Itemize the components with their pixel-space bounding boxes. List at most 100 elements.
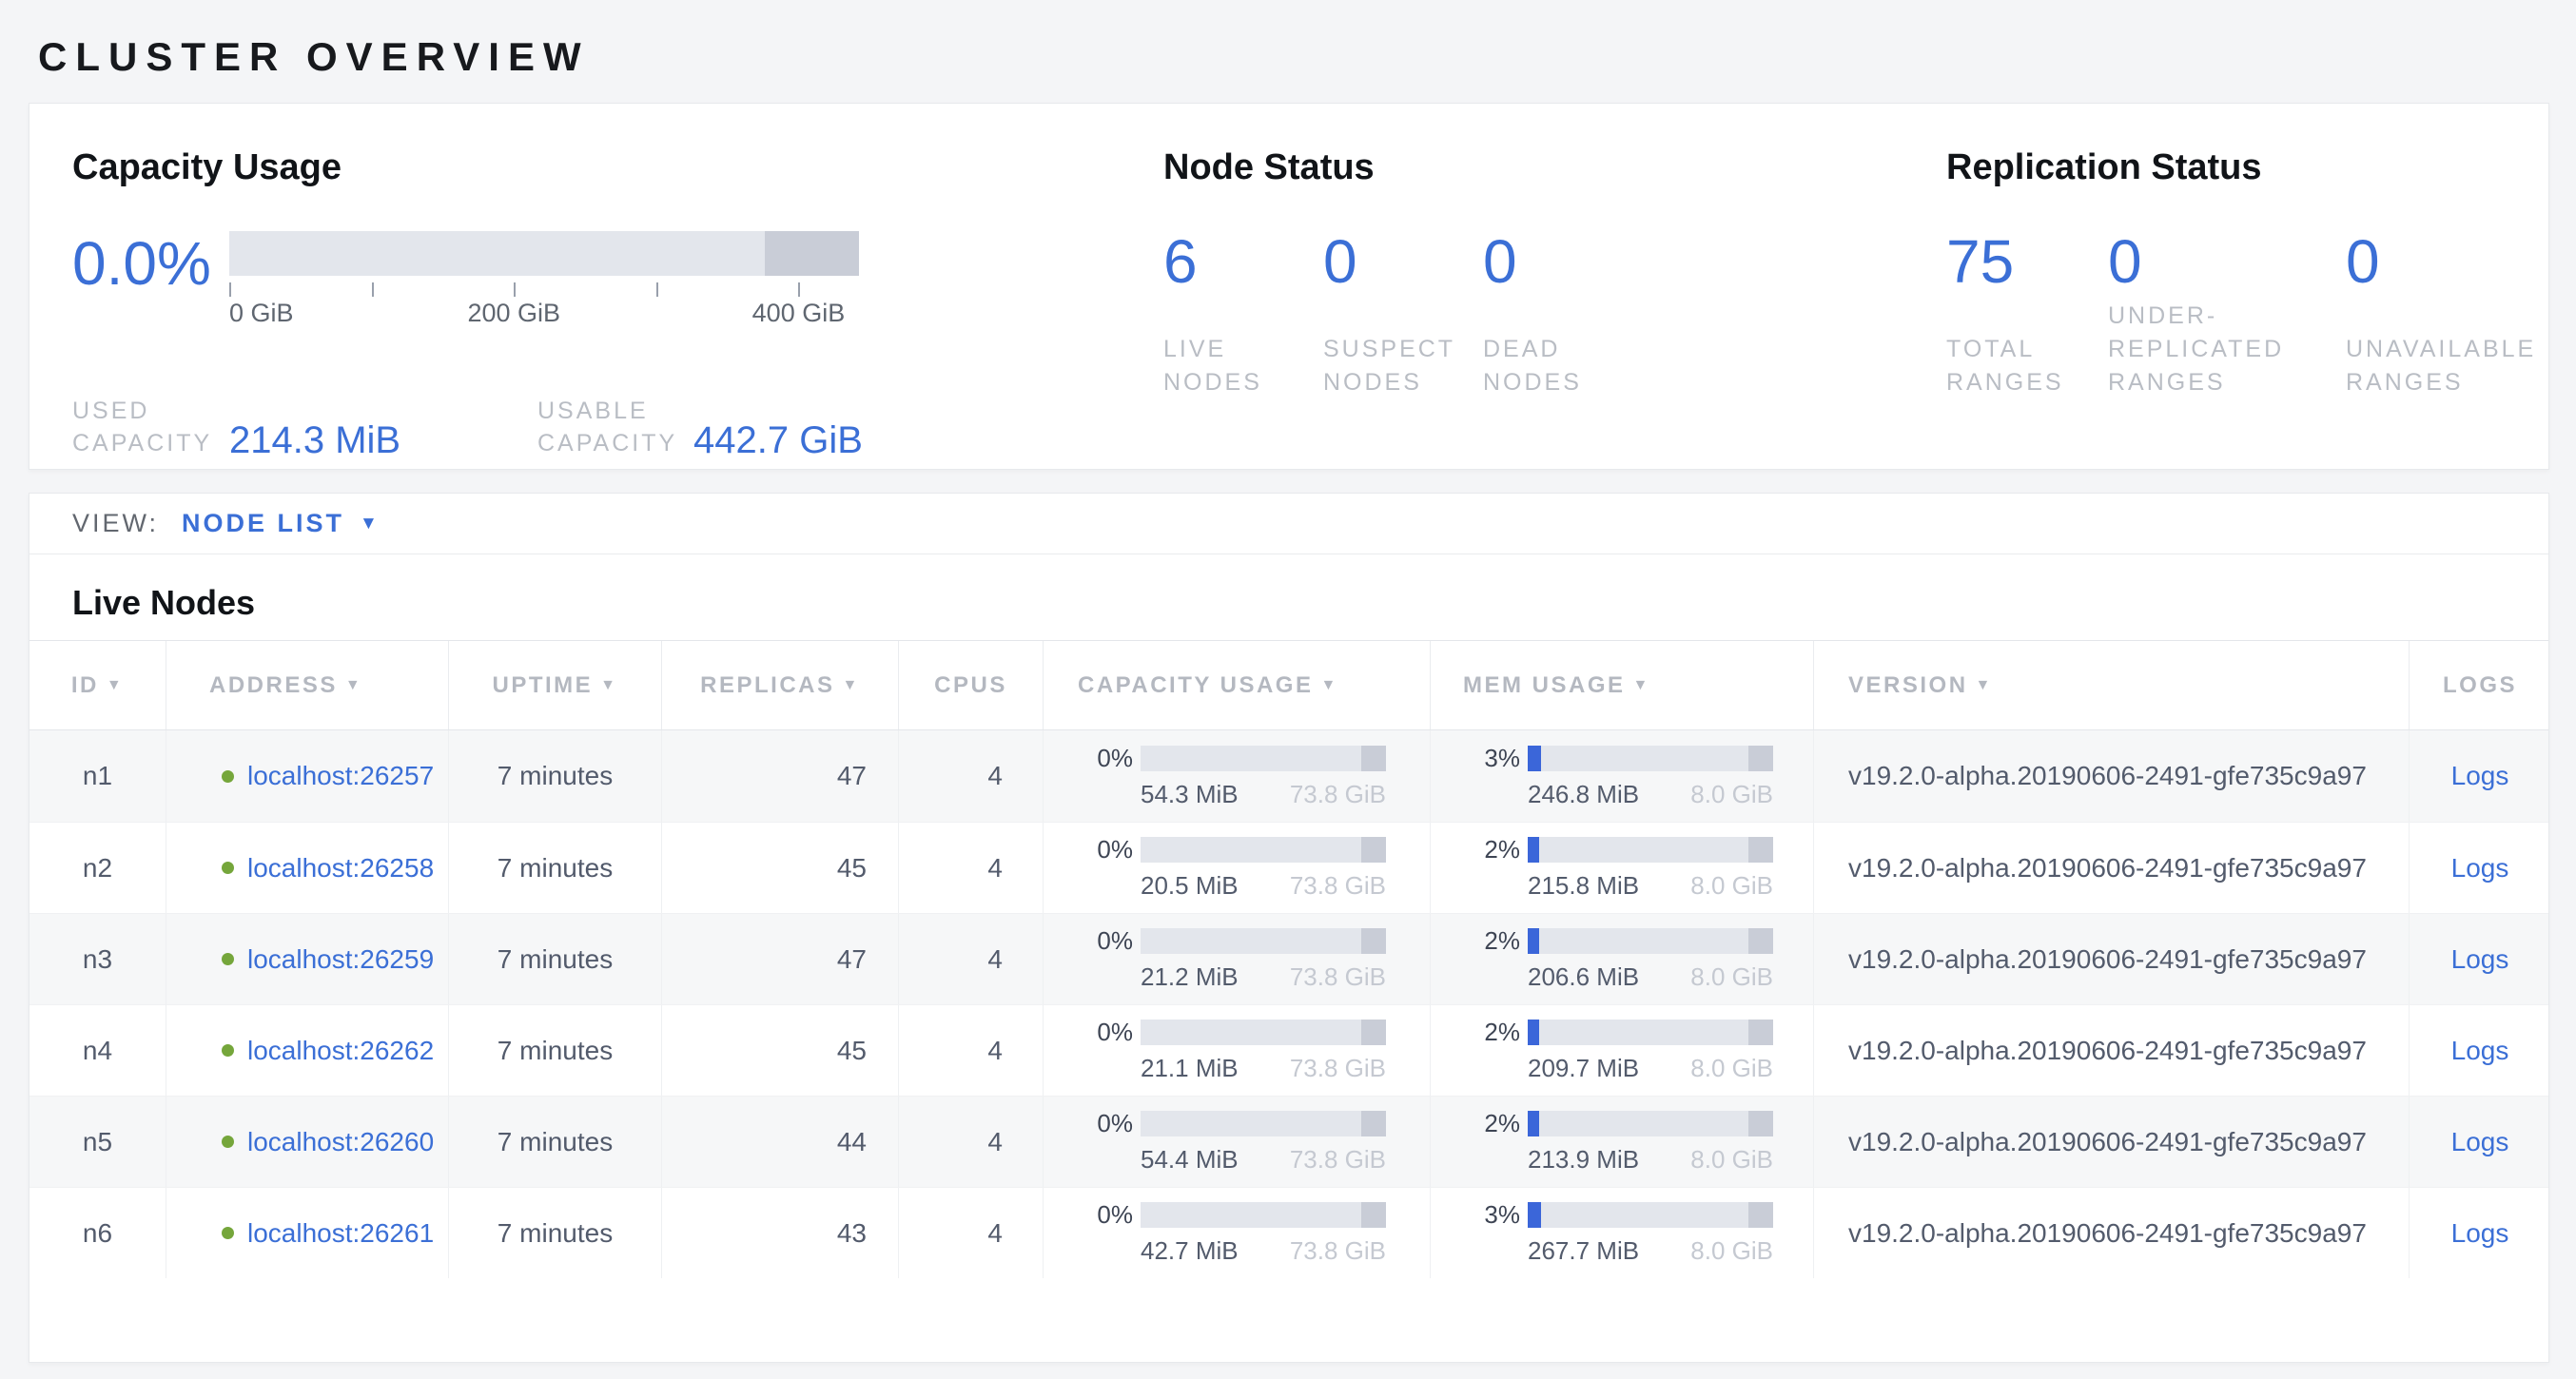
- meter-fill: [1528, 746, 1541, 771]
- meter-fill: [1528, 1202, 1541, 1228]
- meter-used-value: 267.7 MiB: [1528, 1236, 1639, 1266]
- column-header-address[interactable]: ADDRESS▼: [166, 641, 448, 729]
- logs-link[interactable]: Logs: [2451, 1036, 2509, 1066]
- live-nodes-card: VIEW: NODE LIST ▼ Live Nodes ID▼ ADDRESS…: [29, 493, 2549, 1363]
- usable-capacity-label: USABLE CAPACITY: [537, 396, 693, 460]
- meter-bar: [1141, 1020, 1386, 1045]
- node-version: v19.2.0-alpha.20190606-2491-gfe735c9a97: [1813, 730, 2409, 822]
- capacity-percent: 0.0%: [72, 233, 229, 329]
- meter-bar: [1528, 837, 1773, 863]
- meter-fill: [1528, 928, 1539, 954]
- mem-meter: 2% 215.8 MiB 8.0 GiB: [1430, 823, 1813, 913]
- axis-tick-label: 400 GiB: [752, 299, 846, 328]
- stat-value: 0: [2346, 231, 2536, 292]
- usable-capacity-value: 442.7 GiB: [693, 420, 863, 460]
- meter-used-value: 213.9 MiB: [1528, 1145, 1639, 1175]
- meter-total-value: 73.8 GiB: [1290, 962, 1386, 992]
- mem-meter: 2% 213.9 MiB 8.0 GiB: [1430, 1097, 1813, 1187]
- meter-bar: [1141, 1111, 1386, 1136]
- meter-dark-segment: [1748, 928, 1773, 954]
- meter-used-value: 215.8 MiB: [1528, 871, 1639, 901]
- column-header-capacity-usage[interactable]: CAPACITY USAGE▼: [1043, 641, 1430, 729]
- sort-arrow-icon: ▼: [843, 677, 860, 694]
- capacity-meter: 0% 54.4 MiB 73.8 GiB: [1043, 1097, 1430, 1187]
- meter-percent: 3%: [1459, 1200, 1520, 1230]
- sort-arrow-icon: ▼: [600, 677, 617, 694]
- axis-tick: [229, 282, 231, 297]
- live-nodes-title: Live Nodes: [29, 554, 2548, 640]
- node-version: v19.2.0-alpha.20190606-2491-gfe735c9a97: [1813, 914, 2409, 1004]
- meter-bar: [1141, 1202, 1386, 1228]
- column-header-mem-usage[interactable]: MEM USAGE▼: [1430, 641, 1813, 729]
- node-uptime: 7 minutes: [448, 823, 661, 913]
- column-header-version[interactable]: VERSION▼: [1813, 641, 2409, 729]
- logs-link[interactable]: Logs: [2451, 944, 2509, 975]
- logs-link[interactable]: Logs: [2451, 853, 2509, 884]
- node-status-section: Node Status 6 LIVE NODES 0 SUSPECT NODES…: [1163, 147, 1946, 469]
- node-list-dropdown-value: NODE LIST: [182, 509, 344, 538]
- used-capacity-label: USED CAPACITY: [72, 396, 229, 460]
- node-list-dropdown[interactable]: NODE LIST ▼: [182, 509, 381, 538]
- meter-total-value: 8.0 GiB: [1690, 780, 1773, 809]
- node-replicas: 47: [661, 730, 898, 822]
- node-address-link[interactable]: localhost:26262: [247, 1036, 434, 1066]
- sort-arrow-icon: ▼: [1633, 677, 1650, 694]
- meter-total-value: 73.8 GiB: [1290, 871, 1386, 901]
- sort-arrow-icon: ▼: [1320, 677, 1337, 694]
- gauge-axis: [229, 276, 859, 297]
- meter-total-value: 73.8 GiB: [1290, 1145, 1386, 1175]
- meter-used-value: 21.2 MiB: [1141, 962, 1239, 992]
- meter-percent: 2%: [1459, 926, 1520, 956]
- meter-bar: [1528, 1202, 1773, 1228]
- column-header-id[interactable]: ID▼: [29, 641, 166, 729]
- page-title: CLUSTER OVERVIEW: [0, 0, 2576, 80]
- meter-bar: [1528, 1111, 1773, 1136]
- node-id: n4: [29, 1005, 166, 1096]
- meter-bar: [1141, 837, 1386, 863]
- node-cpus: 4: [898, 1097, 1043, 1187]
- sort-arrow-icon: ▼: [107, 677, 124, 694]
- logs-link[interactable]: Logs: [2451, 1127, 2509, 1157]
- meter-bar: [1528, 746, 1773, 771]
- meter-total-value: 8.0 GiB: [1690, 962, 1773, 992]
- node-uptime: 7 minutes: [448, 1188, 661, 1278]
- live-status-dot: [222, 1044, 234, 1057]
- meter-fill: [1528, 1111, 1539, 1136]
- node-address-link[interactable]: localhost:26257: [247, 761, 434, 791]
- meter-dark-segment: [1361, 1111, 1386, 1136]
- meter-bar: [1528, 928, 1773, 954]
- node-address-link[interactable]: localhost:26261: [247, 1218, 434, 1249]
- capacity-meter: 0% 21.1 MiB 73.8 GiB: [1043, 1005, 1430, 1096]
- node-uptime: 7 minutes: [448, 1097, 661, 1187]
- capacity-usage-title: Capacity Usage: [72, 147, 1163, 188]
- logs-link[interactable]: Logs: [2451, 1218, 2509, 1249]
- stat-label: UNDER-REPLICATED RANGES: [2108, 300, 2308, 399]
- cluster-summary-card: Capacity Usage 0.0% 0 GiB 200 GiB: [29, 103, 2549, 470]
- column-header-uptime[interactable]: UPTIME▼: [448, 641, 661, 729]
- meter-total-value: 8.0 GiB: [1690, 871, 1773, 901]
- axis-tick: [798, 282, 800, 297]
- meter-used-value: 54.4 MiB: [1141, 1145, 1239, 1175]
- meter-total-value: 8.0 GiB: [1690, 1054, 1773, 1083]
- logs-link[interactable]: Logs: [2451, 761, 2509, 791]
- node-version: v19.2.0-alpha.20190606-2491-gfe735c9a97: [1813, 823, 2409, 913]
- meter-fill: [1528, 837, 1539, 863]
- node-id: n2: [29, 823, 166, 913]
- column-header-replicas[interactable]: REPLICAS▼: [661, 641, 898, 729]
- live-nodes-stat: 6 LIVE NODES: [1163, 231, 1323, 399]
- column-header-cpus: CPUS: [898, 641, 1043, 729]
- stat-value: 0: [2108, 231, 2346, 292]
- table-row: n1 localhost:26257 7 minutes 47 4 0% 54.…: [29, 730, 2548, 822]
- node-address-link[interactable]: localhost:26260: [247, 1127, 434, 1157]
- meter-used-value: 209.7 MiB: [1528, 1054, 1639, 1083]
- meter-used-value: 246.8 MiB: [1528, 780, 1639, 809]
- node-address-link[interactable]: localhost:26259: [247, 944, 434, 975]
- node-version: v19.2.0-alpha.20190606-2491-gfe735c9a97: [1813, 1188, 2409, 1278]
- node-address-link[interactable]: localhost:26258: [247, 853, 434, 884]
- mem-meter: 2% 209.7 MiB 8.0 GiB: [1430, 1005, 1813, 1096]
- under-replicated-ranges-stat: 0 UNDER-REPLICATED RANGES: [2108, 231, 2346, 399]
- meter-bar: [1141, 928, 1386, 954]
- mem-meter: 3% 246.8 MiB 8.0 GiB: [1430, 730, 1813, 822]
- node-replicas: 43: [661, 1188, 898, 1278]
- mem-meter: 3% 267.7 MiB 8.0 GiB: [1430, 1188, 1813, 1278]
